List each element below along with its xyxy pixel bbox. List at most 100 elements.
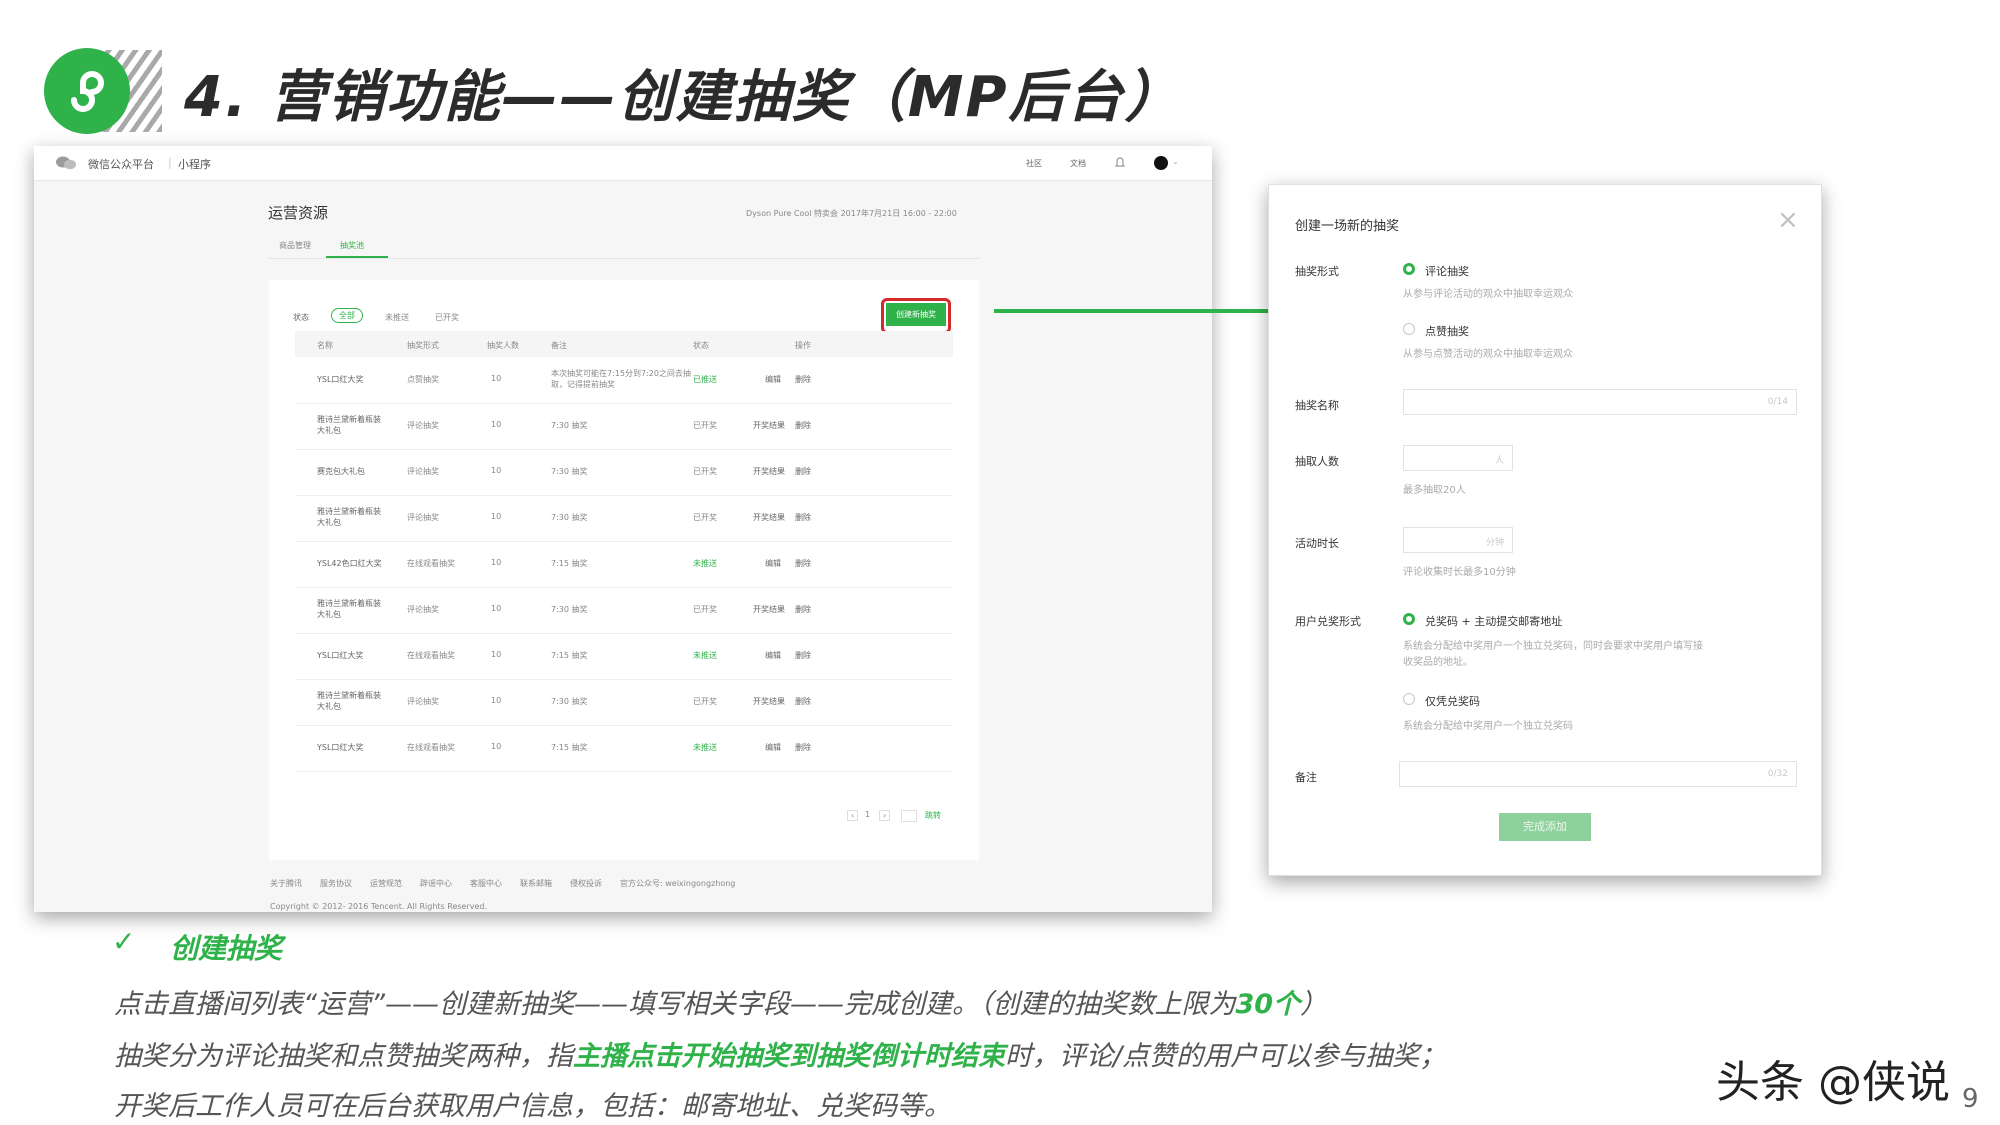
- row-action-delete[interactable]: 删除: [795, 742, 811, 753]
- lottery-list-card: 状态 全部 未推送 已开奖 创建新抽奖 名称 抽奖形式 抽奖人数 备注 状态 操…: [269, 280, 979, 860]
- row-count: 10: [491, 466, 502, 475]
- row-note: 7:15 抽奖: [551, 651, 588, 660]
- row-name: 雅诗兰黛新着瓶装大礼包: [317, 599, 381, 619]
- filter-all[interactable]: 全部: [331, 308, 363, 323]
- wechat-icon: [56, 156, 76, 170]
- footer-link[interactable]: 关于腾讯: [270, 878, 302, 889]
- admin-screenshot: 微信公众平台 | 小程序 社区 文档 ⌄ 运营资源 Dyson Pure Coo…: [34, 146, 1212, 912]
- filter-unpushed[interactable]: 未推送: [385, 312, 409, 323]
- row-count: 10: [491, 650, 502, 659]
- col-actions: 操作: [795, 341, 811, 350]
- pager-prev-button[interactable]: ‹: [847, 810, 859, 821]
- row-action-edit[interactable]: 编辑: [765, 742, 781, 753]
- notes-line-1-highlight: 30个: [1235, 989, 1301, 1020]
- row-action-delete[interactable]: 删除: [795, 466, 811, 477]
- row-note: 本次抽奖可能在7:15分到7:20之间去抽取，记得提前抽奖: [551, 369, 691, 389]
- table-row: 雅诗兰黛新着瓶装大礼包 评论抽奖 10 7:30 抽奖 已开奖 开奖结果 删除: [295, 496, 953, 542]
- row-action-delete[interactable]: 删除: [795, 558, 811, 569]
- slide-title: 4. 营销功能——创建抽奖（MP后台）: [184, 65, 1183, 130]
- row-action-edit[interactable]: 编辑: [765, 650, 781, 661]
- bell-icon[interactable]: [1114, 157, 1126, 169]
- row-action-delete[interactable]: 删除: [795, 512, 811, 523]
- col-status: 状态: [693, 341, 709, 350]
- nav-community-link[interactable]: 社区: [1026, 158, 1042, 169]
- footer-link[interactable]: 辟谣中心: [420, 878, 452, 889]
- dialog-title: 创建一场新的抽奖: [1295, 219, 1400, 234]
- redeem-option2-label: 仅凭兑奖码: [1425, 695, 1480, 708]
- duration-input[interactable]: 分钟: [1403, 527, 1513, 553]
- name-label: 抽奖名称: [1295, 399, 1339, 412]
- row-action-delete[interactable]: 删除: [795, 374, 811, 385]
- notes-line-2-end: 时，评论/点赞的用户可以参与抽奖；: [1005, 1041, 1447, 1072]
- row-note: 7:15 抽奖: [551, 559, 588, 568]
- row-action-delete[interactable]: 删除: [795, 696, 811, 707]
- option-comment-label: 评论抽奖: [1425, 265, 1469, 278]
- notes-line-2-highlight: 主播点击开始抽奖到抽奖倒计时结束: [573, 1041, 1005, 1072]
- row-action-edit[interactable]: 编辑: [765, 374, 781, 385]
- nav-docs-link[interactable]: 文档: [1070, 158, 1086, 169]
- footer-link[interactable]: 运营规范: [370, 878, 402, 889]
- tab-divider: [268, 258, 980, 259]
- row-count: 10: [491, 374, 502, 383]
- row-note: 7:15 抽奖: [551, 743, 588, 752]
- row-type: 评论抽奖: [407, 513, 439, 522]
- footer-link[interactable]: 联系邮箱: [520, 878, 552, 889]
- tab-lottery-pool[interactable]: 抽奖池: [340, 240, 364, 251]
- radio-comment[interactable]: [1403, 263, 1415, 275]
- row-action-result[interactable]: 开奖结果: [753, 604, 785, 615]
- radio-like[interactable]: [1403, 323, 1415, 335]
- radio-redeem-code-only[interactable]: [1403, 693, 1415, 705]
- chevron-down-icon[interactable]: ⌄: [1172, 157, 1179, 166]
- row-name: YSL口红大奖: [317, 651, 364, 660]
- row-type: 评论抽奖: [407, 605, 439, 614]
- row-status: 已开奖: [693, 467, 717, 476]
- pager-jump-button[interactable]: 跳转: [925, 810, 941, 821]
- row-status: 已开奖: [693, 421, 717, 430]
- radio-redeem-code-address[interactable]: [1403, 613, 1415, 625]
- create-lottery-button[interactable]: 创建新抽奖: [886, 303, 946, 326]
- page-title: 运营资源: [268, 204, 329, 222]
- section-name: 小程序: [178, 158, 211, 171]
- winner-count-input[interactable]: 人: [1403, 445, 1513, 471]
- remark-counter: 0/32: [1767, 769, 1788, 779]
- pager-jump-input[interactable]: [901, 810, 917, 822]
- table-row: YSL口红大奖 点赞抽奖 10 本次抽奖可能在7:15分到7:20之间去抽取，记…: [295, 358, 953, 404]
- pager-next-button[interactable]: ›: [879, 810, 891, 821]
- user-avatar[interactable]: [1154, 156, 1168, 170]
- row-action-result[interactable]: 开奖结果: [753, 420, 785, 431]
- tab-goods[interactable]: 商品管理: [279, 240, 311, 251]
- row-name: 赛克包大礼包: [317, 467, 365, 476]
- row-action-delete[interactable]: 删除: [795, 420, 811, 431]
- row-action-result[interactable]: 开奖结果: [753, 696, 785, 707]
- mini-program-logo-icon: [44, 48, 130, 134]
- row-action-result[interactable]: 开奖结果: [753, 512, 785, 523]
- row-action-edit[interactable]: 编辑: [765, 558, 781, 569]
- row-type: 在线观看抽奖: [407, 743, 455, 752]
- row-count: 10: [491, 558, 502, 567]
- footer-link[interactable]: 客服中心: [470, 878, 502, 889]
- notes-heading: 创建抽奖: [170, 932, 283, 965]
- filter-drawn[interactable]: 已开奖: [435, 312, 459, 323]
- row-type: 评论抽奖: [407, 697, 439, 706]
- footer-link[interactable]: 侵权投诉: [570, 878, 602, 889]
- flow-arrow-line: [994, 309, 1284, 313]
- col-note: 备注: [551, 341, 567, 350]
- row-divider: [295, 771, 953, 772]
- submit-button[interactable]: 完成添加: [1499, 813, 1591, 841]
- footer-link[interactable]: 服务协议: [320, 878, 352, 889]
- footer-link[interactable]: 官方公众号: weixingongzhong: [620, 878, 735, 889]
- row-note: 7:30 抽奖: [551, 697, 588, 706]
- row-name: YSL口红大奖: [317, 375, 364, 384]
- remark-input[interactable]: 0/32: [1399, 761, 1797, 787]
- row-name: 雅诗兰黛新着瓶装大礼包: [317, 507, 381, 527]
- table-row: 雅诗兰黛新着瓶装大礼包 评论抽奖 10 7:30 抽奖 已开奖 开奖结果 删除: [295, 680, 953, 726]
- row-action-result[interactable]: 开奖结果: [753, 466, 785, 477]
- notes-line-2: 抽奖分为评论抽奖和点赞抽奖两种，指主播点击开始抽奖到抽奖倒计时结束时，评论/点赞…: [114, 1034, 1446, 1073]
- notes-line-1: 点击直播间列表“运营”——创建新抽奖——填写相关字段——完成创建。（创建的抽奖数…: [114, 982, 1327, 1021]
- row-action-delete[interactable]: 删除: [795, 604, 811, 615]
- row-action-delete[interactable]: 删除: [795, 650, 811, 661]
- lottery-name-input[interactable]: 0/14: [1403, 389, 1797, 415]
- check-icon: ✓: [112, 925, 136, 958]
- close-icon[interactable]: ×: [1777, 205, 1799, 235]
- redeem-option1-hint-2: 收奖品的地址。: [1403, 657, 1473, 668]
